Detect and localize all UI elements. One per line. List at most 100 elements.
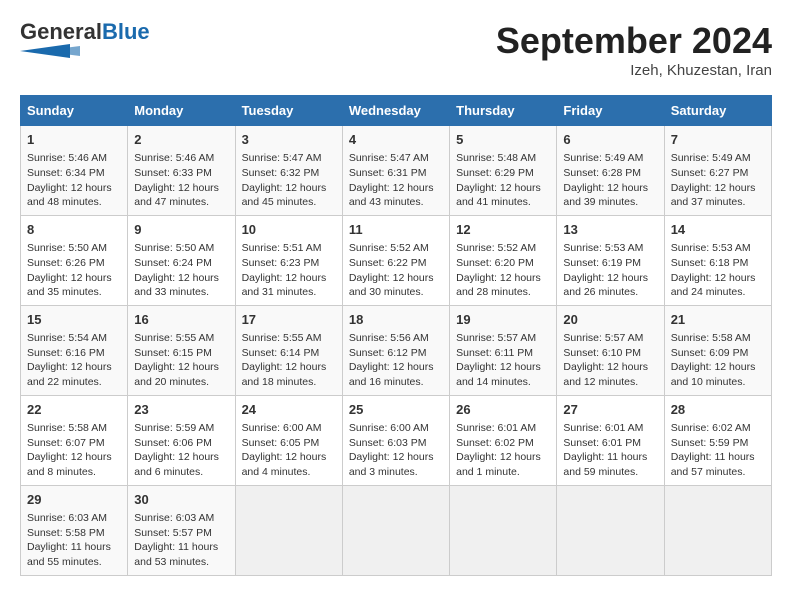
page-header: GeneralBlue September 2024 Izeh, Khuzest… xyxy=(20,20,772,79)
month-title: September 2024 xyxy=(496,20,772,62)
day-info: Sunrise: 5:47 AM Sunset: 6:31 PM Dayligh… xyxy=(349,151,443,210)
day-number: 12 xyxy=(456,221,550,239)
calendar-table: SundayMondayTuesdayWednesdayThursdayFrid… xyxy=(20,95,772,576)
day-info: Sunrise: 5:54 AM Sunset: 6:16 PM Dayligh… xyxy=(27,331,121,390)
day-info: Sunrise: 6:01 AM Sunset: 6:02 PM Dayligh… xyxy=(456,421,550,480)
calendar-cell: 15 Sunrise: 5:54 AM Sunset: 6:16 PM Dayli… xyxy=(21,305,128,395)
week-row-3: 15 Sunrise: 5:54 AM Sunset: 6:16 PM Dayli… xyxy=(21,305,772,395)
day-info: Sunrise: 5:52 AM Sunset: 6:22 PM Dayligh… xyxy=(349,241,443,300)
day-info: Sunrise: 5:51 AM Sunset: 6:23 PM Dayligh… xyxy=(242,241,336,300)
logo-general: General xyxy=(20,19,102,44)
day-number: 4 xyxy=(349,131,443,149)
day-info: Sunrise: 5:58 AM Sunset: 6:09 PM Dayligh… xyxy=(671,331,765,390)
calendar-cell: 25 Sunrise: 6:00 AM Sunset: 6:03 PM Dayli… xyxy=(342,395,449,485)
day-info: Sunrise: 5:55 AM Sunset: 6:15 PM Dayligh… xyxy=(134,331,228,390)
calendar-cell: 30 Sunrise: 6:03 AM Sunset: 5:57 PM Dayli… xyxy=(128,485,235,575)
day-number: 25 xyxy=(349,401,443,419)
day-number: 18 xyxy=(349,311,443,329)
calendar-cell: 22Sunrise: 5:58 AM Sunset: 6:07 PM Dayli… xyxy=(21,395,128,485)
calendar-cell: 28 Sunrise: 6:02 AM Sunset: 5:59 PM Dayli… xyxy=(664,395,771,485)
day-info: Sunrise: 6:03 AM Sunset: 5:58 PM Dayligh… xyxy=(27,511,121,570)
calendar-cell: 7 Sunrise: 5:49 AM Sunset: 6:27 PM Daylig… xyxy=(664,126,771,216)
calendar-cell: 19Sunrise: 5:57 AM Sunset: 6:11 PM Dayli… xyxy=(450,305,557,395)
day-number: 7 xyxy=(671,131,765,149)
calendar-cell: 1Sunrise: 5:46 AM Sunset: 6:34 PM Daylig… xyxy=(21,126,128,216)
day-info: Sunrise: 5:57 AM Sunset: 6:10 PM Dayligh… xyxy=(563,331,657,390)
day-info: Sunrise: 6:01 AM Sunset: 6:01 PM Dayligh… xyxy=(563,421,657,480)
calendar-cell: 10 Sunrise: 5:51 AM Sunset: 6:23 PM Dayli… xyxy=(235,215,342,305)
day-number: 11 xyxy=(349,221,443,239)
col-header-wednesday: Wednesday xyxy=(342,96,449,126)
day-number: 28 xyxy=(671,401,765,419)
calendar-cell: 27 Sunrise: 6:01 AM Sunset: 6:01 PM Dayli… xyxy=(557,395,664,485)
day-number: 26 xyxy=(456,401,550,419)
day-number: 29 xyxy=(27,491,121,509)
logo: GeneralBlue xyxy=(20,20,150,63)
calendar-cell: 9Sunrise: 5:50 AM Sunset: 6:24 PM Daylig… xyxy=(128,215,235,305)
day-number: 24 xyxy=(242,401,336,419)
day-info: Sunrise: 6:02 AM Sunset: 5:59 PM Dayligh… xyxy=(671,421,765,480)
calendar-cell: 23Sunrise: 5:59 AM Sunset: 6:06 PM Dayli… xyxy=(128,395,235,485)
calendar-cell: 21 Sunrise: 5:58 AM Sunset: 6:09 PM Dayli… xyxy=(664,305,771,395)
day-number: 27 xyxy=(563,401,657,419)
calendar-cell: 8 Sunrise: 5:50 AM Sunset: 6:26 PM Daylig… xyxy=(21,215,128,305)
calendar-cell: 6Sunrise: 5:49 AM Sunset: 6:28 PM Daylig… xyxy=(557,126,664,216)
calendar-cell xyxy=(450,485,557,575)
logo-blue: Blue xyxy=(102,19,150,44)
day-number: 8 xyxy=(27,221,121,239)
day-number: 6 xyxy=(563,131,657,149)
calendar-cell xyxy=(557,485,664,575)
day-number: 1 xyxy=(27,131,121,149)
day-number: 15 xyxy=(27,311,121,329)
week-row-5: 29 Sunrise: 6:03 AM Sunset: 5:58 PM Dayli… xyxy=(21,485,772,575)
col-header-sunday: Sunday xyxy=(21,96,128,126)
day-number: 2 xyxy=(134,131,228,149)
calendar-cell: 18 Sunrise: 5:56 AM Sunset: 6:12 PM Dayli… xyxy=(342,305,449,395)
calendar-cell xyxy=(235,485,342,575)
week-row-4: 22Sunrise: 5:58 AM Sunset: 6:07 PM Dayli… xyxy=(21,395,772,485)
title-block: September 2024 Izeh, Khuzestan, Iran xyxy=(496,20,772,79)
calendar-cell xyxy=(664,485,771,575)
day-number: 5 xyxy=(456,131,550,149)
location: Izeh, Khuzestan, Iran xyxy=(496,62,772,79)
day-info: Sunrise: 5:48 AM Sunset: 6:29 PM Dayligh… xyxy=(456,151,550,210)
day-number: 17 xyxy=(242,311,336,329)
header-row: SundayMondayTuesdayWednesdayThursdayFrid… xyxy=(21,96,772,126)
day-number: 21 xyxy=(671,311,765,329)
col-header-saturday: Saturday xyxy=(664,96,771,126)
day-number: 20 xyxy=(563,311,657,329)
day-info: Sunrise: 6:03 AM Sunset: 5:57 PM Dayligh… xyxy=(134,511,228,570)
day-info: Sunrise: 5:49 AM Sunset: 6:27 PM Dayligh… xyxy=(671,151,765,210)
day-info: Sunrise: 5:53 AM Sunset: 6:19 PM Dayligh… xyxy=(563,241,657,300)
calendar-cell: 2 Sunrise: 5:46 AM Sunset: 6:33 PM Daylig… xyxy=(128,126,235,216)
day-number: 9 xyxy=(134,221,228,239)
day-info: Sunrise: 5:53 AM Sunset: 6:18 PM Dayligh… xyxy=(671,241,765,300)
calendar-cell: 13Sunrise: 5:53 AM Sunset: 6:19 PM Dayli… xyxy=(557,215,664,305)
day-info: Sunrise: 5:52 AM Sunset: 6:20 PM Dayligh… xyxy=(456,241,550,300)
day-info: Sunrise: 5:46 AM Sunset: 6:33 PM Dayligh… xyxy=(134,151,228,210)
day-info: Sunrise: 5:56 AM Sunset: 6:12 PM Dayligh… xyxy=(349,331,443,390)
col-header-monday: Monday xyxy=(128,96,235,126)
day-info: Sunrise: 6:00 AM Sunset: 6:05 PM Dayligh… xyxy=(242,421,336,480)
calendar-cell: 11 Sunrise: 5:52 AM Sunset: 6:22 PM Dayli… xyxy=(342,215,449,305)
calendar-cell: 26 Sunrise: 6:01 AM Sunset: 6:02 PM Dayli… xyxy=(450,395,557,485)
day-info: Sunrise: 5:57 AM Sunset: 6:11 PM Dayligh… xyxy=(456,331,550,390)
day-info: Sunrise: 5:50 AM Sunset: 6:26 PM Dayligh… xyxy=(27,241,121,300)
calendar-cell: 12 Sunrise: 5:52 AM Sunset: 6:20 PM Dayli… xyxy=(450,215,557,305)
week-row-2: 8 Sunrise: 5:50 AM Sunset: 6:26 PM Daylig… xyxy=(21,215,772,305)
logo-icon xyxy=(20,44,80,58)
day-number: 16 xyxy=(134,311,228,329)
day-info: Sunrise: 6:00 AM Sunset: 6:03 PM Dayligh… xyxy=(349,421,443,480)
calendar-cell: 24 Sunrise: 6:00 AM Sunset: 6:05 PM Dayli… xyxy=(235,395,342,485)
calendar-cell: 5 Sunrise: 5:48 AM Sunset: 6:29 PM Daylig… xyxy=(450,126,557,216)
calendar-cell: 17 Sunrise: 5:55 AM Sunset: 6:14 PM Dayli… xyxy=(235,305,342,395)
day-info: Sunrise: 5:55 AM Sunset: 6:14 PM Dayligh… xyxy=(242,331,336,390)
calendar-cell: 14Sunrise: 5:53 AM Sunset: 6:18 PM Dayli… xyxy=(664,215,771,305)
calendar-cell: 4 Sunrise: 5:47 AM Sunset: 6:31 PM Daylig… xyxy=(342,126,449,216)
calendar-cell: 3Sunrise: 5:47 AM Sunset: 6:32 PM Daylig… xyxy=(235,126,342,216)
day-info: Sunrise: 5:59 AM Sunset: 6:06 PM Dayligh… xyxy=(134,421,228,480)
day-number: 30 xyxy=(134,491,228,509)
calendar-cell: 20 Sunrise: 5:57 AM Sunset: 6:10 PM Dayli… xyxy=(557,305,664,395)
calendar-cell: 29 Sunrise: 6:03 AM Sunset: 5:58 PM Dayli… xyxy=(21,485,128,575)
day-number: 10 xyxy=(242,221,336,239)
